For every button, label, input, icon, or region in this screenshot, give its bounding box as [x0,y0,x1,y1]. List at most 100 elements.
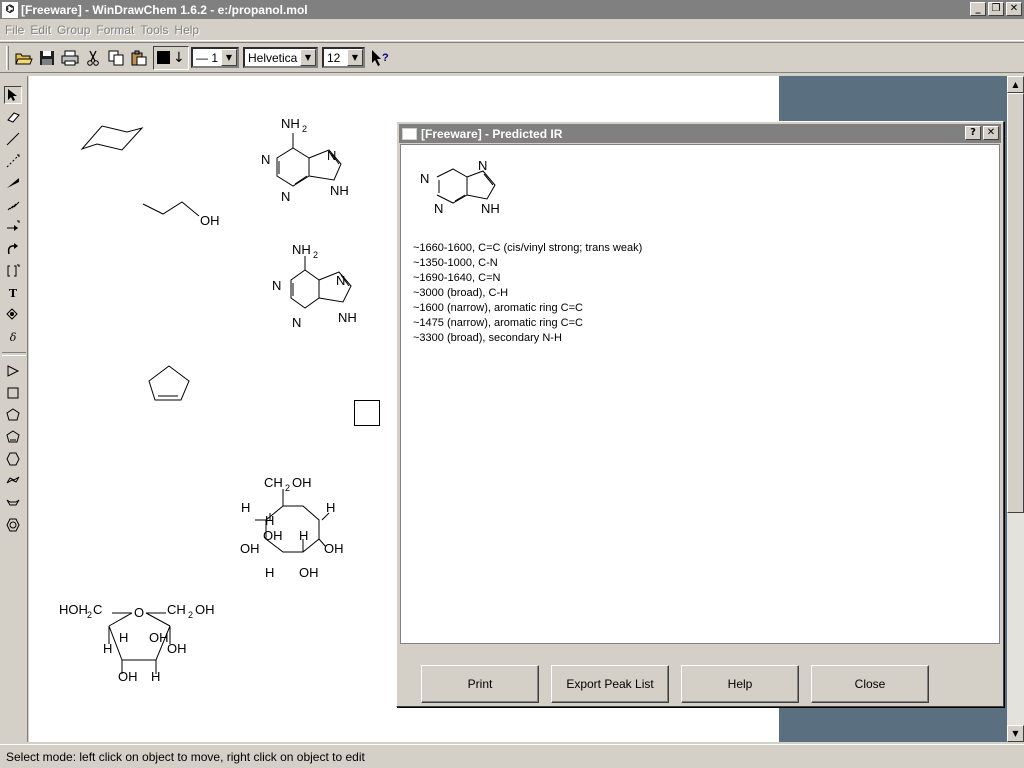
text-tool-icon[interactable]: T [4,284,22,302]
svg-text:H: H [151,669,160,684]
eraser-tool-icon[interactable] [4,108,22,126]
scroll-down-button[interactable]: ▼ [1007,725,1024,742]
select-tool-icon[interactable] [4,86,22,104]
square-shape[interactable] [354,400,380,426]
pentagon-ring-tool-icon[interactable] [4,406,22,424]
svg-text:HOH: HOH [59,602,88,617]
scroll-up-button[interactable]: ▲ [1007,76,1024,93]
dialog-help-button[interactable]: ? [965,126,981,140]
svg-text:NH: NH [330,183,349,198]
status-bar: Select mode: left click on object to mov… [0,744,1024,768]
cut-icon[interactable] [82,47,104,69]
copy-icon[interactable] [105,47,127,69]
minimize-button[interactable]: _ [970,2,986,16]
svg-text:OH: OH [167,641,187,656]
bracket-tool-icon[interactable] [4,262,22,280]
menu-file[interactable]: File [2,23,27,37]
peak-item: ~1660-1600, C=C (cis/vinyl strong; trans… [413,242,643,254]
arrow-down-icon: ↓ [173,49,185,66]
chevron-down-icon[interactable]: ▼ [300,49,316,66]
svg-text:OH: OH [195,602,215,617]
chair-ring-tool-icon[interactable] [4,472,22,490]
dialog-title: [Freeware] - Predicted IR [421,126,563,141]
square-ring-tool-icon[interactable] [4,384,22,402]
svg-text:?: ? [382,52,389,64]
svg-text:N: N [292,315,301,330]
svg-text:H: H [103,641,112,656]
svg-text:O: O [134,605,144,620]
context-help-icon[interactable]: ? [369,47,391,69]
wedge-bond-tool-icon[interactable] [4,174,22,192]
help-button[interactable]: Help [681,665,799,703]
paste-icon[interactable] [128,47,150,69]
print-icon[interactable] [59,47,81,69]
menu-edit[interactable]: Edit [27,23,54,37]
svg-text:H: H [326,500,335,515]
export-peak-list-button[interactable]: Export Peak List [551,665,669,703]
peak-list: ~1660-1600, C=C (cis/vinyl strong; trans… [413,241,642,346]
font-select[interactable]: Helvetica ▼ [243,47,318,68]
status-text: Select mode: left click on object to mov… [6,749,365,764]
hexagon-ring-tool-icon[interactable] [4,450,22,468]
svg-text:2: 2 [285,483,290,493]
menu-format[interactable]: Format [93,23,137,37]
symbol-tool-icon[interactable] [4,306,22,324]
molecule-icon: ⌬ [2,1,18,18]
svg-text:OH: OH [324,541,344,556]
single-bond-tool-icon[interactable] [4,130,22,148]
svg-text:OH: OH [118,669,138,684]
curved-arrow-tool-icon[interactable] [4,240,22,258]
arrow-tool-icon[interactable] [4,218,22,236]
svg-text:CH: CH [264,475,283,490]
color-icon[interactable]: ↓ [153,45,189,70]
svg-text:N: N [420,171,429,186]
svg-text:NH: NH [281,116,300,131]
dialog-close-x-button[interactable]: ✕ [983,126,999,140]
peak-item: ~1690-1640, C=N [413,272,501,284]
peak-item: ~1600 (narrow), aromatic ring C=C [413,302,583,314]
cyclopentene-ring-tool-icon[interactable] [4,428,22,446]
menu-tools[interactable]: Tools [137,23,171,37]
svg-text:N: N [272,278,281,293]
peak-item: ~1350-1000, C-N [413,257,498,269]
svg-text:OH: OH [263,528,283,543]
main-toolbar: ↓ — 1 ▼ Helvetica ▼ 12 ▼ ? [0,42,1024,73]
delta-tool-icon[interactable]: δ [4,328,22,346]
line-width-select[interactable]: — 1 ▼ [191,47,239,68]
palette-divider [2,352,26,356]
dialog-title-bar: [Freeware] - Predicted IR ? ✕ [399,124,1001,143]
svg-text:OH: OH [299,565,319,580]
peak-item: ~3300 (broad), secondary N-H [413,332,562,344]
triangle-ring-tool-icon[interactable] [4,362,22,380]
dashed-bond-tool-icon[interactable] [4,152,22,170]
ir-results-panel: N N N NH ~1660-1600, C=C (cis/vinyl stro… [400,144,1000,644]
hash-bond-tool-icon[interactable] [4,196,22,214]
close-window-button[interactable]: ✕ [1006,2,1022,16]
svg-text:H: H [241,500,250,515]
svg-text:N: N [336,273,345,288]
font-size-select[interactable]: 12 ▼ [322,47,365,68]
svg-text:OH: OH [240,541,260,556]
tool-palette: T δ [0,76,28,742]
svg-text:NH: NH [292,242,311,257]
chevron-down-icon[interactable]: ▼ [221,49,237,66]
svg-text:2: 2 [188,610,193,620]
benzene-ring-tool-icon[interactable] [4,516,22,534]
boat-ring-tool-icon[interactable] [4,494,22,512]
save-icon[interactable] [36,47,58,69]
close-button[interactable]: Close [811,665,929,703]
vertical-scrollbar[interactable]: ▲ ▼ [1007,76,1024,742]
svg-text:N: N [434,201,443,216]
cyclohexane-structure [80,125,144,151]
cyclopentene-structure [148,365,190,401]
menu-help[interactable]: Help [171,23,202,37]
peak-item: ~1475 (narrow), aromatic ring C=C [413,317,583,329]
chevron-down-icon[interactable]: ▼ [347,49,363,66]
open-icon[interactable] [13,47,35,69]
menu-group[interactable]: Group [54,23,93,37]
svg-text:H: H [265,565,274,580]
restore-button[interactable]: ❐ [988,2,1004,16]
scroll-thumb[interactable] [1007,93,1024,513]
svg-text:NH: NH [481,201,500,216]
print-button[interactable]: Print [421,665,539,703]
